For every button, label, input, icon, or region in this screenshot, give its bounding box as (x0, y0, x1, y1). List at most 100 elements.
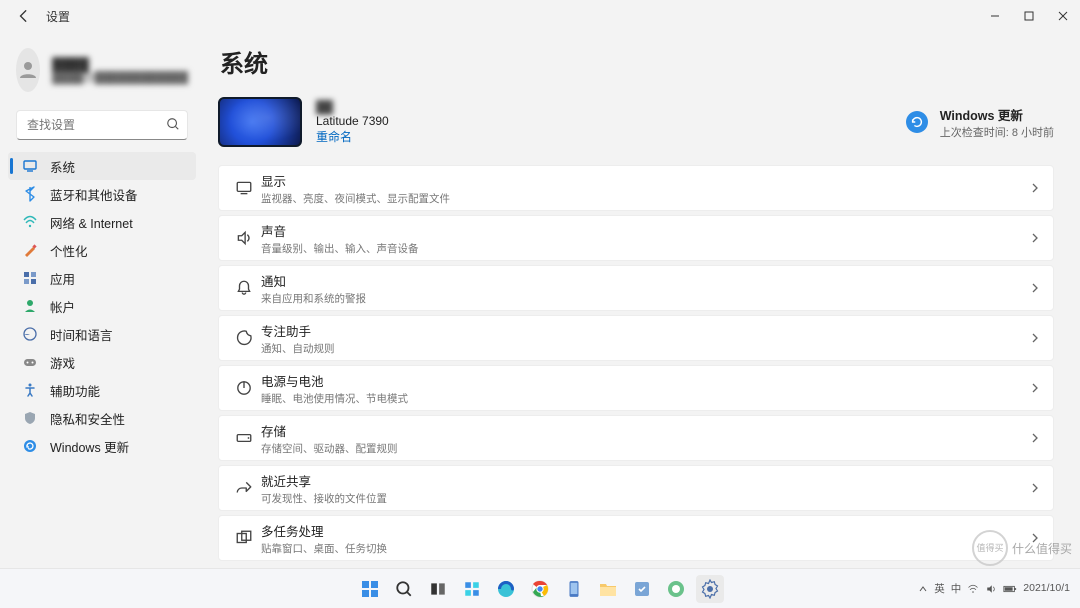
tray: 英 中 2021/10/1 (918, 581, 1070, 596)
wifi-icon[interactable] (967, 583, 979, 595)
card-notifications[interactable]: 通知 来自应用和系统的警报 (218, 265, 1054, 311)
taskbar-widgets[interactable] (458, 575, 486, 603)
chevron-right-icon (1029, 182, 1041, 194)
nav-item-update[interactable]: Windows 更新 (8, 432, 196, 460)
nav-label: 系统 (50, 157, 75, 176)
taskbar-chrome[interactable] (526, 575, 554, 603)
taskbar-tool2[interactable] (662, 575, 690, 603)
page-title: 系统 (218, 32, 1054, 97)
taskbar-search[interactable] (390, 575, 418, 603)
card-multitask[interactable]: 多任务处理 贴靠窗口、桌面、任务切换 (218, 515, 1054, 561)
card-sub: 来自应用和系统的警报 (261, 291, 366, 306)
card-display[interactable]: 显示 监视器、亮度、夜间模式、显示配置文件 (218, 165, 1054, 211)
card-title: 多任务处理 (261, 521, 387, 540)
card-sub: 可发现性、接收的文件位置 (261, 491, 387, 506)
update-icon (22, 438, 38, 454)
search-input[interactable] (16, 110, 188, 140)
volume-icon[interactable] (985, 583, 997, 595)
nav-item-accounts[interactable]: 帐户 (8, 292, 196, 320)
card-title: 声音 (261, 221, 419, 240)
device-model: Latitude 7390 (316, 114, 389, 128)
nav-item-privacy[interactable]: 隐私和安全性 (8, 404, 196, 432)
sidebar: ████ ████@████████████ 系统蓝牙和其他设备网络 & Int… (0, 32, 200, 568)
back-button[interactable] (16, 8, 32, 24)
maximize-button[interactable] (1012, 0, 1046, 32)
card-focus[interactable]: 专注助手 通知、自动规则 (218, 315, 1054, 361)
card-title: 通知 (261, 271, 366, 290)
nav-label: 个性化 (50, 241, 88, 260)
chevron-right-icon (1029, 482, 1041, 494)
ime-indicator[interactable]: 英 (934, 581, 945, 596)
nav-item-apps[interactable]: 应用 (8, 264, 196, 292)
nav-label: 隐私和安全性 (50, 409, 125, 428)
taskbar-settings[interactable] (696, 575, 724, 603)
update-icon (906, 111, 928, 133)
rename-link[interactable]: 重命名 (316, 128, 389, 145)
card-storage[interactable]: 存储 存储空间、驱动器、配置规则 (218, 415, 1054, 461)
network-icon (22, 214, 38, 230)
chevron-up-icon[interactable] (918, 584, 928, 594)
card-title: 存储 (261, 421, 398, 440)
titlebar: 设置 (0, 0, 1080, 32)
nav-item-time[interactable]: 时间和语言 (8, 320, 196, 348)
nav-item-accessibility[interactable]: 辅助功能 (8, 376, 196, 404)
windows-update-banner[interactable]: Windows 更新 上次检查时间: 8 小时前 (906, 105, 1054, 140)
watermark: 值得买 什么值得买 (972, 530, 1072, 566)
taskbar-taskview[interactable] (424, 575, 452, 603)
personalization-icon (22, 242, 38, 258)
chevron-right-icon (1029, 232, 1041, 244)
focus-icon (227, 329, 261, 347)
search-wrap (16, 110, 188, 140)
card-share[interactable]: 就近共享 可发现性、接收的文件位置 (218, 465, 1054, 511)
device-thumbnail[interactable] (218, 97, 302, 147)
nav-item-system[interactable]: 系统 (8, 152, 196, 180)
taskbar: 英 中 2021/10/1 (0, 568, 1080, 608)
sound-icon (227, 229, 261, 247)
nav-label: 蓝牙和其他设备 (50, 185, 138, 204)
battery-icon[interactable] (1003, 584, 1017, 594)
nav-item-bluetooth[interactable]: 蓝牙和其他设备 (8, 180, 196, 208)
nav-label: 游戏 (50, 353, 75, 372)
power-icon (227, 379, 261, 397)
chevron-right-icon (1029, 282, 1041, 294)
nav-item-personalization[interactable]: 个性化 (8, 236, 196, 264)
nav-label: 时间和语言 (50, 325, 113, 344)
card-sub: 睡眠、电池使用情况、节电模式 (261, 391, 408, 406)
card-title: 电源与电池 (261, 371, 408, 390)
share-icon (227, 479, 261, 497)
nav: 系统蓝牙和其他设备网络 & Internet 个性化应用帐户时间和语言游戏辅助功能… (8, 152, 196, 460)
taskbar-start[interactable] (356, 575, 384, 603)
nav-item-gaming[interactable]: 游戏 (8, 348, 196, 376)
user-block[interactable]: ████ ████@████████████ (8, 36, 196, 110)
chevron-right-icon (1029, 332, 1041, 344)
nav-label: 应用 (50, 269, 75, 288)
device-meta: ██ Latitude 7390 重命名 (316, 100, 389, 145)
search-icon (166, 117, 180, 131)
card-power[interactable]: 电源与电池 睡眠、电池使用情况、节电模式 (218, 365, 1054, 411)
card-sub: 存储空间、驱动器、配置规则 (261, 441, 398, 456)
card-title: 显示 (261, 171, 450, 190)
card-sub: 贴靠窗口、桌面、任务切换 (261, 541, 387, 556)
card-sub: 通知、自动规则 (261, 341, 335, 356)
taskbar-explorer[interactable] (594, 575, 622, 603)
taskbar-phone[interactable] (560, 575, 588, 603)
user-info: ████ ████@████████████ (52, 57, 188, 84)
ime-mode[interactable]: 中 (951, 581, 962, 596)
card-sound[interactable]: 声音 音量级别、输出、输入、声音设备 (218, 215, 1054, 261)
storage-icon (227, 429, 261, 447)
taskbar-tool1[interactable] (628, 575, 656, 603)
nav-item-network[interactable]: 网络 & Internet (8, 208, 196, 236)
chevron-right-icon (1029, 382, 1041, 394)
privacy-icon (22, 410, 38, 426)
bluetooth-icon (22, 186, 38, 202)
device-header: ██ Latitude 7390 重命名 Windows 更新 上次检查时间: … (218, 97, 1054, 147)
taskbar-edge[interactable] (492, 575, 520, 603)
close-button[interactable] (1046, 0, 1080, 32)
system-icon (22, 158, 38, 174)
minimize-button[interactable] (978, 0, 1012, 32)
taskbar-date[interactable]: 2021/10/1 (1023, 583, 1070, 595)
avatar (16, 48, 40, 92)
card-sub: 监视器、亮度、夜间模式、显示配置文件 (261, 191, 450, 206)
window-title: 设置 (46, 8, 70, 25)
nav-label: 网络 & Internet (50, 213, 133, 232)
